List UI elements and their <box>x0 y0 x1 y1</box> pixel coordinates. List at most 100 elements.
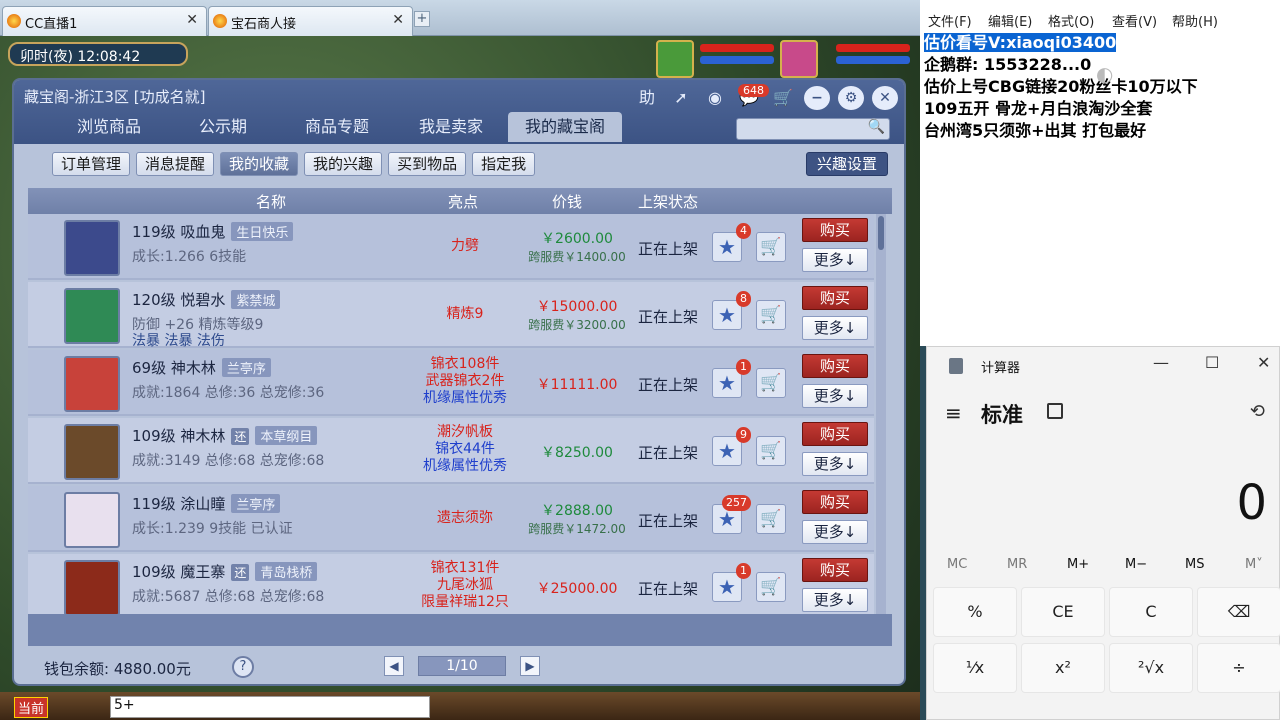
player-avatar[interactable] <box>780 40 818 78</box>
percent-key[interactable]: % <box>933 587 1017 637</box>
more-button[interactable]: 更多↓ <box>802 316 868 340</box>
listing-row[interactable]: 109级 魔王寨还青岛栈桥 成就:5687 总修:68 总宠修:68 锦衣131件… <box>28 554 874 614</box>
interests-button[interactable]: 我的兴趣 <box>304 152 383 176</box>
minimize-icon[interactable]: − <box>804 86 830 110</box>
more-button[interactable]: 更多↓ <box>802 248 868 272</box>
buy-button[interactable]: 购买 <box>802 490 868 514</box>
listing-row[interactable]: 69级 神木林 兰亭序 成就:1864 总修:36 总宠修:36 锦衣108件 武器锦… <box>28 350 874 416</box>
character-avatar[interactable] <box>64 560 120 614</box>
favorite-button[interactable]: ★ 1 <box>712 359 751 398</box>
scrollbar[interactable] <box>876 214 886 614</box>
buy-button[interactable]: 购买 <box>802 422 868 446</box>
memory-list-button[interactable]: M˅ <box>1245 557 1263 572</box>
more-button[interactable]: 更多↓ <box>802 520 868 544</box>
add-to-cart-button[interactable]: 🛒 <box>756 436 786 466</box>
prev-page-button[interactable]: ◀ <box>384 656 404 676</box>
chat-channel-button[interactable]: 当前 <box>14 697 49 718</box>
close-icon[interactable]: ✕ <box>872 86 898 110</box>
tab-public[interactable]: 公示期 <box>166 112 280 142</box>
favorite-button[interactable]: ★ 1 <box>712 563 751 602</box>
memory-subtract-button[interactable]: M− <box>1125 557 1147 572</box>
menu-view[interactable]: 查看(V) <box>1112 11 1157 30</box>
maximize-icon[interactable]: ☐ <box>1205 353 1219 372</box>
browser-tab-2[interactable]: 宝石商人接 ✕ <box>208 6 413 36</box>
tab-seller[interactable]: 我是卖家 <box>394 112 508 142</box>
character-avatar[interactable] <box>64 220 120 276</box>
share-icon[interactable]: ➚ <box>668 86 694 110</box>
listing-row[interactable]: 119级 吸血鬼 生日快乐 成长:1.266 6技能 力劈 ￥2600.00 跨服费￥… <box>28 214 874 280</box>
more-button[interactable]: 更多↓ <box>802 452 868 476</box>
tab-browse[interactable]: 浏览商品 <box>52 112 166 142</box>
more-button[interactable]: 更多↓ <box>802 588 868 612</box>
character-avatar[interactable] <box>64 356 120 412</box>
memory-clear-button[interactable]: MC <box>947 557 967 572</box>
assigned-to-me-button[interactable]: 指定我 <box>472 152 536 176</box>
keep-on-top-icon[interactable] <box>1047 403 1063 419</box>
more-button[interactable]: 更多↓ <box>802 384 868 408</box>
character-avatar[interactable] <box>64 424 120 480</box>
add-to-cart-button[interactable]: 🛒 <box>756 300 786 330</box>
cart-icon[interactable]: 🛒 <box>770 86 796 110</box>
sqrt-key[interactable]: ²√x <box>1109 643 1193 693</box>
character-avatar[interactable] <box>64 492 120 548</box>
buy-button[interactable]: 购买 <box>802 286 868 310</box>
square-key[interactable]: x² <box>1021 643 1105 693</box>
close-icon[interactable]: ✕ <box>392 12 404 28</box>
buy-button[interactable]: 购买 <box>802 218 868 242</box>
tab-my-pavilion[interactable]: 我的藏宝阁 <box>508 112 622 142</box>
clear-key[interactable]: C <box>1109 587 1193 637</box>
backspace-key[interactable]: ⌫ <box>1197 587 1280 637</box>
add-to-cart-button[interactable]: 🛒 <box>756 572 786 602</box>
menu-edit[interactable]: 编辑(E) <box>988 11 1032 30</box>
new-tab-button[interactable]: + <box>414 11 430 27</box>
listing-row[interactable]: 119级 涂山瞳 兰亭序 成长:1.239 9技能 已认证 遗志须弥 ￥2888.0… <box>28 486 874 552</box>
favorite-button[interactable]: ★ 4 <box>712 223 751 262</box>
notepad-text[interactable]: 估价看号V:xiaoqi03400 企鹅群: 1553228...0 估价上号C… <box>924 32 1198 142</box>
chat-input[interactable]: 5+ <box>110 696 430 718</box>
menu-format[interactable]: 格式(O) <box>1048 11 1094 30</box>
history-icon[interactable]: ⟲ <box>1250 401 1265 422</box>
favorites-button[interactable]: 我的收藏 <box>220 152 299 176</box>
orders-button[interactable]: 订单管理 <box>52 152 131 176</box>
add-to-cart-button[interactable]: 🛒 <box>756 368 786 398</box>
memory-add-button[interactable]: M+ <box>1067 557 1089 572</box>
favorite-count: 4 <box>736 223 751 239</box>
add-to-cart-button[interactable]: 🛒 <box>756 232 786 262</box>
listing-row[interactable]: 109级 神木林还本草纲目 成就:3149 总修:68 总宠修:68 潮汐帆板 锦衣… <box>28 418 874 484</box>
browser-tab-1[interactable]: CC直播1 ✕ <box>2 6 207 36</box>
record-icon[interactable]: ◉ <box>702 86 728 110</box>
character-avatar[interactable] <box>64 288 120 344</box>
highlight-text: 机缘属性优秀 <box>423 458 507 474</box>
settings-icon[interactable]: ⚙ <box>838 86 864 110</box>
menu-icon[interactable]: ≡ <box>945 401 962 425</box>
minimize-icon[interactable]: — <box>1153 353 1169 372</box>
pet-avatar[interactable] <box>656 40 694 78</box>
listing-row[interactable]: 120级 悦碧水 紫禁城 防御 +26 精炼等级9 法暴 法暴 法伤 精炼9 ￥150… <box>28 282 874 349</box>
reciprocal-key[interactable]: ¹⁄x <box>933 643 1017 693</box>
add-to-cart-button[interactable]: 🛒 <box>756 504 786 534</box>
favorite-button[interactable]: ★ 8 <box>712 291 751 330</box>
buy-button[interactable]: 购买 <box>802 558 868 582</box>
memory-recall-button[interactable]: MR <box>1007 557 1027 572</box>
notifications-button[interactable]: 消息提醒 <box>136 152 215 176</box>
close-icon[interactable]: ✕ <box>186 12 198 28</box>
search-input[interactable]: 🔍 <box>736 118 890 140</box>
help-icon[interactable]: ? <box>232 656 254 678</box>
favorite-button[interactable]: ★ 257 <box>712 495 751 534</box>
scrollbar-thumb[interactable] <box>878 216 884 250</box>
favorite-button[interactable]: ★ 9 <box>712 427 751 466</box>
interest-settings-button[interactable]: 兴趣设置 <box>805 152 888 176</box>
buy-button[interactable]: 购买 <box>802 354 868 378</box>
menu-file[interactable]: 文件(F) <box>928 11 972 30</box>
divide-key[interactable]: ÷ <box>1197 643 1280 693</box>
help-char-icon[interactable]: 助 <box>634 86 660 110</box>
sub-button-bar: 订单管理 消息提醒 我的收藏 我的兴趣 买到物品 指定我 <box>52 152 536 176</box>
close-icon[interactable]: ✕ <box>1257 353 1270 372</box>
tab-topics[interactable]: 商品专题 <box>280 112 394 142</box>
memory-store-button[interactable]: MS <box>1185 557 1204 572</box>
purchased-button[interactable]: 买到物品 <box>388 152 467 176</box>
menu-help[interactable]: 帮助(H) <box>1172 11 1218 30</box>
search-icon[interactable]: 🔍 <box>868 119 885 135</box>
next-page-button[interactable]: ▶ <box>520 656 540 676</box>
clear-entry-key[interactable]: CE <box>1021 587 1105 637</box>
